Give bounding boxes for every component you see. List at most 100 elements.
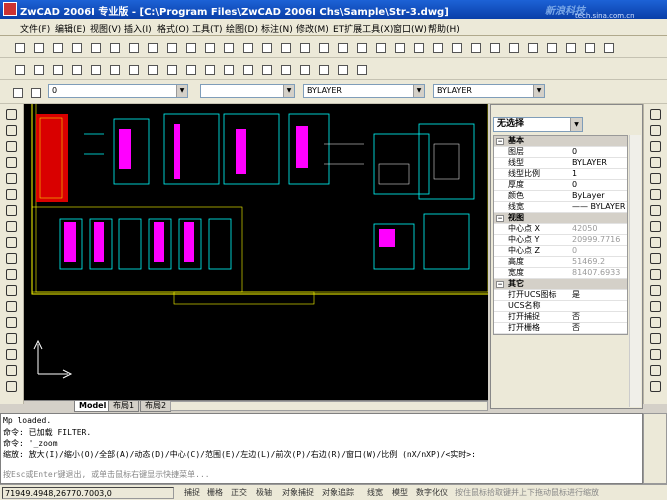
tab-layout1[interactable]: 布局1 [108,401,140,412]
linetype-dropdown[interactable]: BYLAYER ▼ [303,84,425,98]
collapse-icon[interactable]: − [496,138,504,145]
modify-button-1[interactable] [31,62,45,76]
property-row[interactable]: 线型 BYLAYER [494,158,627,169]
property-row[interactable]: 打开栅格 否 [494,323,627,334]
status-toggle-3[interactable]: 极轴 [256,487,272,499]
property-row[interactable]: 线宽 —— BYLAYER [494,202,627,213]
modify-tool-button-2[interactable] [649,140,663,154]
modify-tool-button-9[interactable] [649,252,663,266]
menu-item-4[interactable]: 格式(O) [157,22,189,35]
property-row[interactable]: 宽度 81407.6933 [494,268,627,279]
modify-button-9[interactable] [183,62,197,76]
category-header[interactable]: − 其它 [494,279,627,290]
menu-item-6[interactable]: 绘图(D) [226,22,258,35]
menu-item-10[interactable]: 窗口(W) [393,22,427,35]
standard-button-21[interactable] [411,40,425,54]
standard-button-5[interactable] [107,40,121,54]
modify-tool-button-17[interactable] [649,380,663,394]
property-row[interactable]: 图层 0 [494,147,627,158]
command-window[interactable]: Mp loaded. 命令: 已加载 FILTER. 命令: '_zoom 缩放: 放… [0,413,643,484]
draw-tool-button-3[interactable] [5,156,19,170]
standard-button-27[interactable] [525,40,539,54]
status-toggle-2[interactable]: 正交 [231,487,247,499]
draw-tool-button-17[interactable] [5,380,19,394]
standard-button-16[interactable] [316,40,330,54]
selection-dropdown[interactable]: 无选择 ▼ [493,117,583,132]
draw-tool-button-15[interactable] [5,348,19,362]
status-toggle-6[interactable]: 线宽 [367,487,383,499]
draw-tool-button-8[interactable] [5,236,19,250]
standard-button-22[interactable] [430,40,444,54]
modify-tool-button-5[interactable] [649,188,663,202]
property-row[interactable]: 厚度 0 [494,180,627,191]
modify-button-17[interactable] [335,62,349,76]
drawing-canvas[interactable] [24,104,488,400]
standard-button-12[interactable] [240,40,254,54]
collapse-icon[interactable]: − [496,281,504,288]
menu-item-8[interactable]: 修改(M) [296,22,329,35]
standard-button-24[interactable] [468,40,482,54]
draw-tool-button-1[interactable] [5,124,19,138]
standard-button-10[interactable] [202,40,216,54]
status-toggle-7[interactable]: 模型 [392,487,408,499]
menu-item-2[interactable]: 视图(V) [90,22,121,35]
modify-button-16[interactable] [316,62,330,76]
draw-tool-button-16[interactable] [5,364,19,378]
menu-item-11[interactable]: 帮助(H) [428,22,460,35]
standard-button-11[interactable] [221,40,235,54]
modify-tool-button-16[interactable] [649,364,663,378]
menu-item-5[interactable]: 工具(T) [192,22,223,35]
standard-button-20[interactable] [392,40,406,54]
modify-button-8[interactable] [164,62,178,76]
standard-button-30[interactable] [582,40,596,54]
property-row[interactable]: 中心点 Y 20999.7716 [494,235,627,246]
status-toggle-0[interactable]: 捕捉 [184,487,200,499]
modify-tool-button-7[interactable] [649,220,663,234]
modify-button-3[interactable] [69,62,83,76]
status-toggle-8[interactable]: 数字化仪 [416,487,448,499]
draw-tool-button-14[interactable] [5,332,19,346]
draw-tool-button-11[interactable] [5,284,19,298]
modify-tool-button-12[interactable] [649,300,663,314]
property-row[interactable]: 中心点 Z 0 [494,246,627,257]
standard-button-18[interactable] [354,40,368,54]
modify-tool-button-14[interactable] [649,332,663,346]
standard-button-31[interactable] [601,40,615,54]
standard-button-9[interactable] [183,40,197,54]
standard-button-0[interactable] [12,40,26,54]
draw-tool-button-6[interactable] [5,204,19,218]
tab-layout2[interactable]: 布局2 [140,401,172,412]
property-row[interactable]: 线型比例 1 [494,169,627,180]
draw-tool-button-13[interactable] [5,316,19,330]
modify-tool-button-0[interactable] [649,108,663,122]
status-toggle-4[interactable]: 对象捕捉 [282,487,314,499]
standard-button-23[interactable] [449,40,463,54]
modify-tool-button-1[interactable] [649,124,663,138]
draw-tool-button-5[interactable] [5,188,19,202]
menu-item-3[interactable]: 插入(I) [124,22,152,35]
standard-button-17[interactable] [335,40,349,54]
horizontal-scrollbar[interactable] [170,401,488,411]
draw-tool-button-4[interactable] [5,172,19,186]
lineweight-dropdown[interactable]: BYLAYER ▼ [433,84,545,98]
modify-tool-button-3[interactable] [649,156,663,170]
modify-button-2[interactable] [50,62,64,76]
status-toggle-5[interactable]: 对象追踪 [322,487,354,499]
layer-button-1[interactable] [28,85,42,99]
draw-tool-button-7[interactable] [5,220,19,234]
standard-button-26[interactable] [506,40,520,54]
standard-button-7[interactable] [145,40,159,54]
standard-button-15[interactable] [297,40,311,54]
standard-button-3[interactable] [69,40,83,54]
property-row[interactable]: UCS名称 [494,301,627,312]
modify-button-11[interactable] [221,62,235,76]
property-row[interactable]: 打开UCS图标 是 [494,290,627,301]
category-header[interactable]: − 基本 [494,136,627,147]
app-icon[interactable] [3,2,17,16]
modify-tool-button-6[interactable] [649,204,663,218]
draw-tool-button-0[interactable] [5,108,19,122]
tab-model[interactable]: Model [74,401,112,412]
modify-tool-button-11[interactable] [649,284,663,298]
modify-tool-button-4[interactable] [649,172,663,186]
menu-item-0[interactable]: 文件(F) [20,22,50,35]
